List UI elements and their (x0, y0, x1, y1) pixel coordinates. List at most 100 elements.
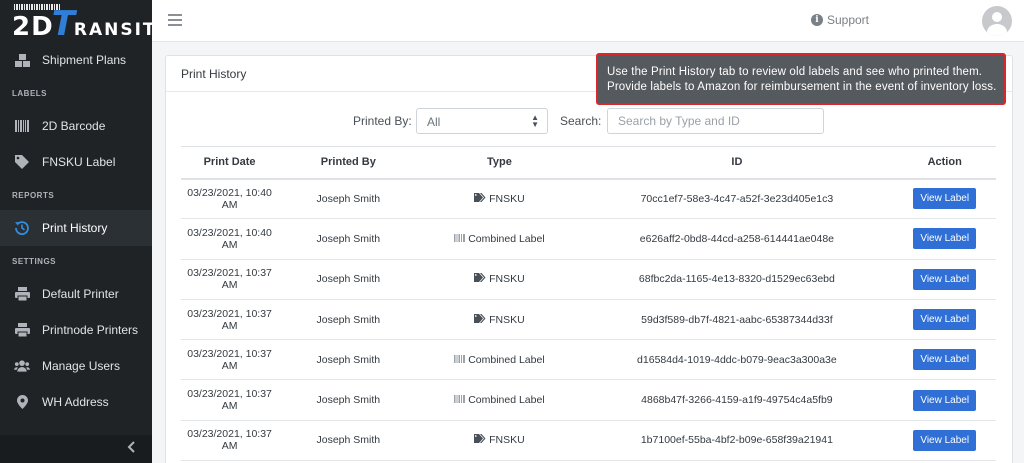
view-label-button[interactable]: View Label (913, 268, 977, 290)
chevron-left-icon (127, 440, 135, 458)
support-link[interactable]: i Support (810, 13, 869, 27)
type-label: FNSKU (489, 192, 525, 205)
sidebar-item-print-history[interactable]: Print History (0, 210, 152, 246)
id-cell: 4868b47f-3266-4159-a1f9-49754c4a5fb9 (580, 379, 894, 421)
select-arrows-icon: ▲ ▼ (531, 113, 539, 129)
sidebar: 2D T RANSIT Shipment Plans LABELS 2D Bar… (0, 0, 155, 463)
tag-icon (14, 154, 30, 170)
printed-by-cell: Joseph Smith (278, 178, 419, 220)
printed-by-cell: Joseph Smith (278, 339, 419, 381)
print-date-cell: 03/23/2021, 10:37 AM (181, 420, 279, 462)
type-label: FNSKU (489, 313, 525, 326)
history-icon (14, 220, 30, 236)
barcode-icon (454, 395, 466, 405)
action-cell: View Label (893, 420, 996, 462)
view-label-button[interactable]: View Label (913, 349, 977, 371)
barcode-icon (454, 233, 466, 244)
sidebar-item-fnsku-label[interactable]: FNSKU Label (0, 144, 152, 180)
logo-prefix: 2D (12, 12, 54, 42)
tags-icon (474, 273, 486, 284)
sidebar-item-label: Print History (42, 221, 108, 235)
action-cell: View Label (893, 339, 996, 381)
table-body: 03/23/2021, 10:40 AM Joseph Smith FNSKU 70c… (181, 178, 996, 462)
id-cell: e626aff2-0bd8-44cd-a258-614441ae048e (580, 218, 894, 260)
nav-section-reports: REPORTS (12, 190, 55, 200)
sidebar-item-label: Default Printer (42, 287, 119, 301)
sidebar-item-shipment-plans[interactable]: Shipment Plans (0, 42, 152, 78)
action-cell: View Label (893, 259, 996, 300)
info-icon: i (810, 14, 823, 26)
view-label-button[interactable]: View Label (913, 188, 977, 210)
view-label-button[interactable]: View Label (913, 309, 977, 331)
view-label-button[interactable]: View Label (913, 429, 977, 451)
search-label: Search: (560, 114, 602, 128)
printed-by-label: Printed By: (353, 114, 412, 128)
type-label: Combined Label (468, 353, 545, 366)
printed-by-cell: Joseph Smith (278, 420, 419, 462)
brand-logo[interactable]: 2D T RANSIT (0, 0, 155, 44)
sidebar-item-manage-users[interactable]: Manage Users (0, 348, 152, 384)
id-cell: 68fbc2da-1165-4e13-8320-d1529ec63ebd (580, 259, 894, 300)
view-label-button[interactable]: View Label (913, 228, 977, 250)
sidebar-item-label: Manage Users (42, 359, 121, 373)
table-row: 03/23/2021, 10:37 AM Joseph Smith FNSKU 68f… (181, 259, 996, 300)
printer-icon (14, 322, 30, 338)
column-header-printed-by[interactable]: Printed By (278, 146, 419, 180)
printed-by-cell: Joseph Smith (278, 218, 419, 260)
column-header-type[interactable]: Type (418, 146, 581, 180)
type-cell: FNSKU (418, 420, 581, 462)
filters-bar: Printed By: All ▲ ▼ Search: (166, 108, 1012, 134)
print-date-cell: 03/23/2021, 10:37 AM (181, 339, 279, 381)
print-history-table: Print Date Printed By Type ID Action 03/… (181, 146, 996, 462)
printed-by-cell: Joseph Smith (278, 379, 419, 421)
boxes-icon (14, 52, 30, 68)
print-date-cell: 03/23/2021, 10:40 AM (181, 178, 279, 220)
type-cell: Combined Label (418, 218, 581, 260)
printed-by-select[interactable]: All ▲ ▼ (416, 108, 548, 134)
type-cell: FNSKU (418, 259, 581, 300)
print-date-cell: 03/23/2021, 10:37 AM (181, 379, 279, 421)
printed-by-cell: Joseph Smith (278, 299, 419, 341)
help-callout-line-1: Use the Print History tab to review old … (607, 66, 983, 78)
sidebar-item-label: Printnode Printers (42, 323, 139, 337)
table-row: 03/23/2021, 10:37 AM Joseph Smith Combined… (181, 339, 996, 381)
table-row: 03/23/2021, 10:40 AM Joseph Smith Combined… (181, 218, 996, 260)
hamburger-menu-icon[interactable] (168, 14, 182, 26)
sidebar-item-default-printer[interactable]: Default Printer (0, 276, 152, 312)
type-cell: Combined Label (418, 379, 581, 421)
table-row: 03/23/2021, 10:37 AM Joseph Smith FNSKU 59d… (181, 299, 996, 341)
map-marker-icon (14, 394, 30, 410)
print-date-cell: 03/23/2021, 10:37 AM (181, 259, 279, 300)
type-label: Combined Label (468, 394, 545, 407)
printed-by-cell: Joseph Smith (278, 259, 419, 300)
printer-icon (14, 286, 30, 302)
nav-section-settings: SETTINGS (12, 256, 57, 266)
action-cell: View Label (893, 178, 996, 220)
top-bar: i Support (152, 0, 1024, 42)
table-row: 03/23/2021, 10:40 AM Joseph Smith FNSKU 70c… (181, 178, 996, 220)
print-history-card: Print History Printed By: All ▲ ▼ Search:… (165, 55, 1013, 463)
tags-icon (474, 434, 486, 445)
barcode-icon (454, 354, 466, 365)
support-label: Support (826, 13, 869, 27)
sidebar-item-label: Shipment Plans (42, 53, 127, 67)
sidebar-collapse-button[interactable] (0, 435, 152, 463)
user-avatar[interactable] (982, 6, 1012, 36)
table-row: 03/23/2021, 10:37 AM Joseph Smith FNSKU 1b7… (181, 420, 996, 462)
print-date-cell: 03/23/2021, 10:37 AM (181, 299, 279, 341)
sidebar-item-printnode-printers[interactable]: Printnode Printers (0, 312, 152, 348)
sidebar-item-2d-barcode[interactable]: 2D Barcode (0, 108, 152, 144)
type-cell: FNSKU (418, 299, 581, 341)
column-header-print-date[interactable]: Print Date (181, 146, 279, 180)
search-input[interactable] (607, 108, 824, 134)
sidebar-item-label: 2D Barcode (42, 119, 106, 133)
action-cell: View Label (893, 218, 996, 260)
view-label-button[interactable]: View Label (913, 389, 977, 411)
printed-by-value: All (427, 115, 441, 129)
action-cell: View Label (893, 379, 996, 421)
sidebar-item-wh-address[interactable]: WH Address (0, 384, 152, 420)
column-header-id[interactable]: ID (580, 146, 894, 180)
table-row: 03/23/2021, 10:37 AM Joseph Smith Combined… (181, 379, 996, 421)
type-label: Combined Label (468, 232, 545, 245)
tags-icon (474, 192, 486, 204)
